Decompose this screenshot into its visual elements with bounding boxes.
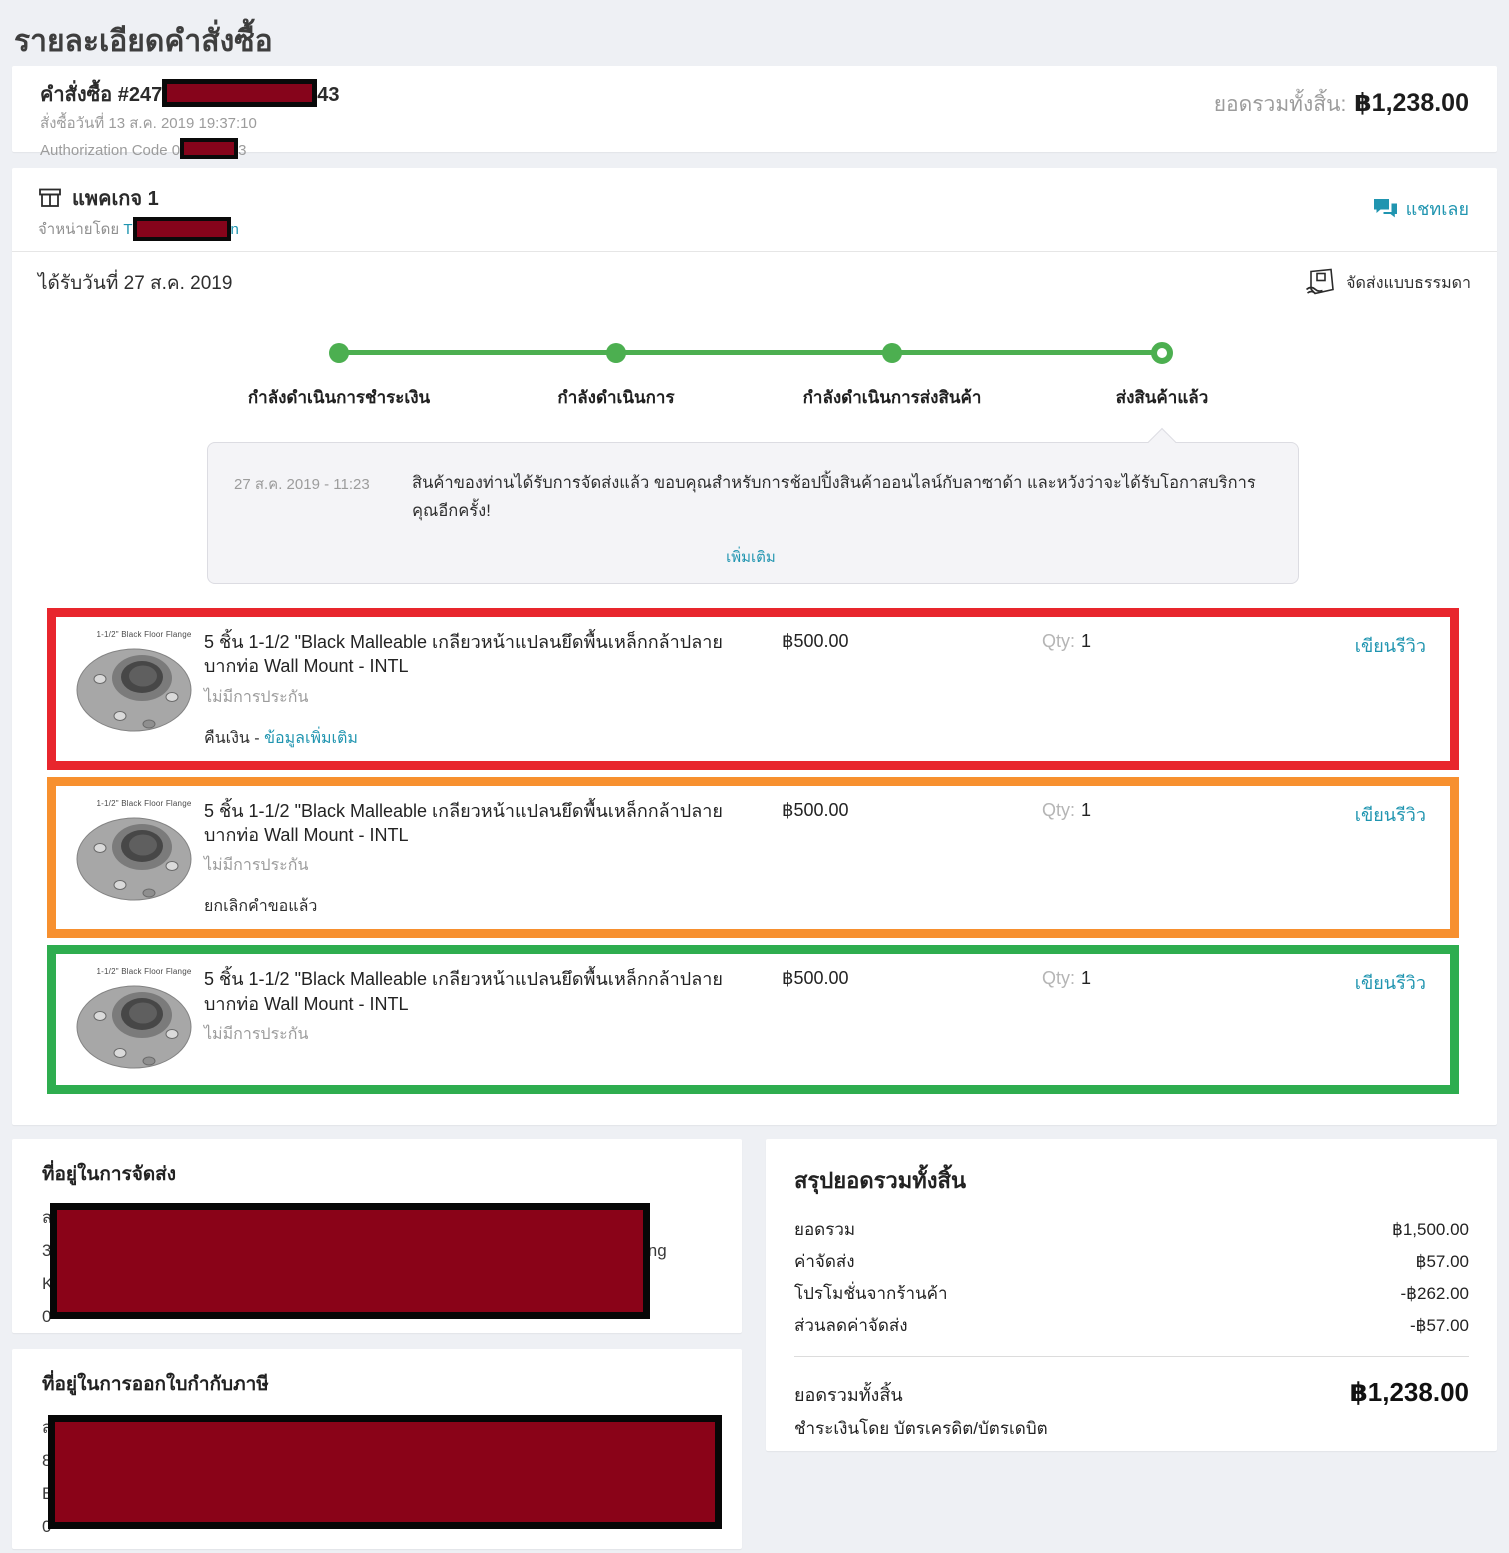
- seller-link[interactable]: Tn: [123, 217, 239, 241]
- order-header-card: คำสั่งซื้อ #247 43 สั่งซื้อวันที่ 13 ส.ค.…: [12, 66, 1497, 159]
- step-label-delivered: ส่งสินค้าแล้ว: [1115, 388, 1209, 407]
- product-qty: Qty: 1: [1042, 631, 1092, 652]
- package-title: แพคเกจ 1: [72, 188, 159, 210]
- order-grand-total: ยอดรวมทั้งสิ้น: ฿1,238.00: [1214, 78, 1469, 138]
- redacted-tax-address: [48, 1415, 722, 1530]
- summary-row-shipping-discount: ส่วนลดค่าจัดส่ง -฿57.00: [794, 1316, 1469, 1336]
- authorization-code: Authorization Code 03: [40, 138, 339, 162]
- order-summary-card: สรุปยอดรวมทั้งสิ้น ยอดรวม ฿1,500.00 ค่าจั…: [766, 1139, 1497, 1452]
- product-details: 5 ชิ้น 1-1/2 "Black Malleable เกลียวหน้า…: [204, 630, 782, 751]
- product-row: 1-1/2" Black Floor Flange 5 ชิ้น 1-1/2 "…: [56, 617, 1450, 761]
- progress-dot-payment: [329, 343, 349, 363]
- status-message-box: 27 ส.ค. 2019 - 11:23 สินค้าของท่านได้รับ…: [207, 427, 1299, 585]
- progress-dot-delivered: [1151, 342, 1173, 364]
- warranty-text: ไม่มีการประกัน: [204, 1025, 309, 1043]
- product-row: 1-1/2" Black Floor Flange 5 ชิ้น 1-1/2 "…: [56, 954, 1450, 1086]
- product-details: 5 ชิ้น 1-1/2 "Black Malleable เกลียวหน้า…: [204, 967, 782, 1075]
- total-label: ยอดรวมทั้งสิ้น: [794, 1385, 903, 1406]
- write-review-link[interactable]: เขียนรีวิว: [1355, 805, 1426, 825]
- status-message-date: 27 ส.ค. 2019 - 11:23: [234, 476, 370, 493]
- product-price: ฿500.00: [782, 799, 849, 820]
- order-progress-tracker: กำลังดำเนินการชำระเงิน กำลังดำเนินการ กำ…: [12, 324, 1497, 436]
- received-date: ได้รับวันที่ 27 ส.ค. 2019: [38, 273, 233, 294]
- annotation-box-red: 1-1/2" Black Floor Flange 5 ชิ้น 1-1/2 "…: [47, 608, 1459, 770]
- flange-product-image: [76, 985, 192, 1069]
- status-message-text: สินค้าของท่านได้รับการจัดส่งแล้ว ขอบคุณส…: [412, 474, 1256, 521]
- progress-line: [339, 350, 1162, 355]
- summary-total-row: ยอดรวมทั้งสิ้น ฿1,238.00: [794, 1377, 1469, 1409]
- delivery-type: จัดส่งแบบธรรมดา: [1304, 268, 1471, 298]
- product-price: ฿500.00: [782, 968, 849, 989]
- package-icon: [39, 188, 61, 207]
- progress-dot-processing: [606, 343, 626, 363]
- warranty-text: ไม่มีการประกัน: [204, 688, 309, 706]
- product-image[interactable]: 1-1/2" Black Floor Flange: [68, 630, 204, 751]
- chat-icon: [1373, 199, 1397, 218]
- flange-product-image: [76, 817, 192, 901]
- summary-row-seller-promotion: โปรโมชั่นจากร้านค้า -฿262.00: [794, 1284, 1469, 1304]
- product-image[interactable]: 1-1/2" Black Floor Flange: [68, 799, 204, 920]
- write-review-link[interactable]: เขียนรีวิว: [1355, 636, 1426, 656]
- grand-total-value: ฿1,238.00: [1354, 89, 1469, 117]
- product-qty: Qty: 1: [1042, 968, 1092, 989]
- shipping-address-title: ที่อยู่ในการจัดส่ง: [42, 1164, 177, 1186]
- product-title[interactable]: 5 ชิ้น 1-1/2 "Black Malleable เกลียวหน้า…: [204, 799, 749, 848]
- grand-total-label: ยอดรวมทั้งสิ้น:: [1213, 93, 1347, 116]
- product-price: ฿500.00: [782, 631, 849, 652]
- shipping-address-card: ที่อยู่ในการจัดส่ง ส 3 Bang K 0: [12, 1139, 742, 1334]
- order-date: สั่งซื้อวันที่ 13 ส.ค. 2019 19:37:10: [40, 115, 257, 132]
- product-details: 5 ชิ้น 1-1/2 "Black Malleable เกลียวหน้า…: [204, 799, 782, 920]
- total-value: ฿1,238.00: [1349, 1377, 1469, 1408]
- step-label-payment: กำลังดำเนินการชำระเงิน: [247, 388, 431, 407]
- step-label-shipping: กำลังดำเนินการส่งสินค้า: [802, 388, 982, 407]
- summary-divider: [794, 1356, 1469, 1358]
- annotation-box-green: 1-1/2" Black Floor Flange 5 ชิ้น 1-1/2 "…: [47, 945, 1459, 1095]
- redacted-order-id: [162, 79, 318, 107]
- package-card: แพคเกจ 1 จำหน่ายโดย Tn แชทเลย ได้รับวันท…: [12, 168, 1497, 1126]
- redacted-seller-name: [132, 217, 231, 241]
- refund-status-line: คืนเงิน - ข้อมูลเพิ่มเติม: [204, 729, 358, 747]
- chat-now-button[interactable]: แชทเลย: [1373, 194, 1469, 223]
- progress-dot-shipping: [882, 343, 902, 363]
- tax-address-title: ที่อยู่ในการออกใบกำกับภาษี: [42, 1374, 269, 1396]
- flange-product-image: [76, 648, 192, 732]
- product-list: 1-1/2" Black Floor Flange 5 ชิ้น 1-1/2 "…: [12, 608, 1497, 1095]
- payment-method: ชำระเงินโดย บัตรเครดิต/บัตรเดบิต: [794, 1419, 1048, 1439]
- product-qty: Qty: 1: [1042, 799, 1092, 820]
- standard-delivery-icon: [1306, 268, 1335, 295]
- tax-invoice-address-card: ที่อยู่ในการออกใบกำกับภาษี ส 8 B 0: [12, 1349, 742, 1550]
- step-label-processing: กำลังดำเนินการ: [557, 388, 675, 407]
- sold-by-line: จำหน่ายโดย Tn: [38, 217, 1471, 241]
- redacted-shipping-address: [50, 1203, 650, 1320]
- product-title[interactable]: 5 ชิ้น 1-1/2 "Black Malleable เกลียวหน้า…: [204, 630, 749, 679]
- more-info-link[interactable]: ข้อมูลเพิ่มเติม: [264, 730, 358, 747]
- product-row: 1-1/2" Black Floor Flange 5 ชิ้น 1-1/2 "…: [56, 785, 1450, 930]
- order-number-prefix: คำสั่งซื้อ #247: [40, 84, 163, 106]
- product-image[interactable]: 1-1/2" Black Floor Flange: [68, 967, 204, 1075]
- summary-row-subtotal: ยอดรวม ฿1,500.00: [794, 1220, 1469, 1240]
- write-review-link[interactable]: เขียนรีวิว: [1355, 973, 1426, 993]
- more-link[interactable]: เพิ่มเติม: [726, 549, 776, 566]
- order-number: คำสั่งซื้อ #247 43: [40, 78, 339, 110]
- received-row: ได้รับวันที่ 27 ส.ค. 2019 จัดส่งแบบธรรมด…: [12, 252, 1497, 302]
- redacted-auth-code: [180, 138, 239, 159]
- warranty-text: ไม่มีการประกัน: [204, 857, 309, 875]
- product-title[interactable]: 5 ชิ้น 1-1/2 "Black Malleable เกลียวหน้า…: [204, 967, 749, 1016]
- summary-row-shipping-fee: ค่าจัดส่ง ฿57.00: [794, 1252, 1469, 1272]
- order-number-suffix: 43: [317, 84, 340, 106]
- cancel-status-line: ยกเลิกคำขอแล้ว: [204, 898, 318, 916]
- order-info: คำสั่งซื้อ #247 43 สั่งซื้อวันที่ 13 ส.ค.…: [40, 78, 339, 159]
- package-title-row: แพคเกจ 1: [38, 182, 1471, 214]
- page-title: รายละเอียดคำสั่งซื้อ: [14, 25, 273, 58]
- summary-title: สรุปยอดรวมทั้งสิ้น: [794, 1168, 966, 1194]
- annotation-box-orange: 1-1/2" Black Floor Flange 5 ชิ้น 1-1/2 "…: [47, 776, 1459, 939]
- package-header: แพคเกจ 1 จำหน่ายโดย Tn แชทเลย: [12, 168, 1497, 252]
